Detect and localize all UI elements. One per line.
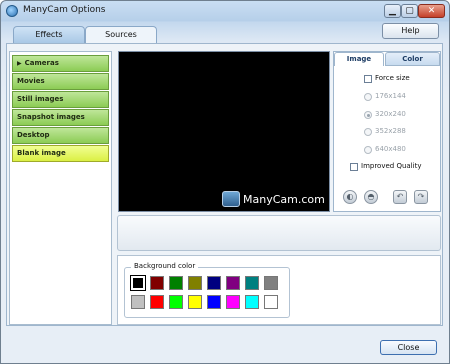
minimize-button[interactable]: ▁ [384,4,401,18]
source-item-label: Cameras [24,59,59,67]
rotate-right-icon[interactable]: ↷ [414,190,428,204]
preview-watermark: ManyCam.com [243,193,325,206]
color-swatch-cyan[interactable] [245,295,259,309]
expand-arrow-icon[interactable]: ▶ [17,56,22,71]
source-item-snapshot-images[interactable]: Snapshot images [12,109,109,126]
color-swatch-yellow[interactable] [188,295,202,309]
source-item-still-images[interactable]: Still images [12,91,109,108]
improved-quality-label: Improved Quality [361,162,422,170]
color-swatch-lime[interactable] [169,295,183,309]
source-item-blank-image[interactable]: Blank image [12,145,109,162]
source-item-label: Blank image [17,149,66,157]
size-radio-640x480[interactable] [364,146,372,154]
source-item-desktop[interactable]: Desktop [12,127,109,144]
source-list: ▶ Cameras Movies Still images Snapshot im… [9,51,112,325]
close-button[interactable]: Close [380,340,437,355]
close-window-button[interactable]: ✕ [418,4,445,18]
color-swatch-black[interactable] [130,275,146,291]
manycam-app-icon [6,5,18,17]
help-button[interactable]: Help [382,23,439,39]
color-swatch-blue[interactable] [207,295,221,309]
color-swatch-white[interactable] [264,295,278,309]
tab-color[interactable]: Color [385,52,440,66]
source-item-movies[interactable]: Movies [12,73,109,90]
flip-vertical-icon[interactable]: ◓ [364,190,378,204]
maximize-button[interactable]: ▢ [401,4,418,18]
source-item-label: Snapshot images [17,113,85,121]
tab-image[interactable]: Image [334,52,384,66]
color-swatch-purple[interactable] [226,276,240,290]
source-item-label: Movies [17,77,45,85]
source-item-cameras[interactable]: ▶ Cameras [12,55,109,72]
source-info-bar [117,215,441,251]
source-item-label: Still images [17,95,64,103]
size-label: 176x144 [375,92,406,100]
color-swatch-red[interactable] [150,295,164,309]
color-swatch-magenta[interactable] [226,295,240,309]
size-radio-320x240[interactable] [364,111,372,119]
size-radio-352x288[interactable] [364,128,372,136]
size-label: 640x480 [375,145,406,153]
color-swatch-navy[interactable] [207,276,221,290]
improved-quality-checkbox[interactable] [350,163,358,171]
source-item-label: Desktop [17,131,50,139]
tab-effects[interactable]: Effects [13,26,85,43]
tab-sources[interactable]: Sources [85,26,157,44]
force-size-label: Force size [375,74,410,82]
video-preview: ManyCam.com [118,51,330,212]
force-size-checkbox[interactable] [364,75,372,83]
color-swatch-teal[interactable] [245,276,259,290]
background-color-label: Background color [131,262,199,270]
title-bar: ManyCam Options ▁ ▢ ✕ [1,1,449,21]
rotate-left-icon[interactable]: ↶ [393,190,407,204]
size-label: 352x288 [375,127,406,135]
color-swatch-gray[interactable] [264,276,278,290]
background-color-group [124,267,290,318]
color-swatch-green[interactable] [169,276,183,290]
size-label: 320x240 [375,110,406,118]
color-swatch-maroon[interactable] [150,276,164,290]
color-swatch-silver[interactable] [131,295,145,309]
color-swatch-olive[interactable] [188,276,202,290]
window-title: ManyCam Options [23,5,106,15]
flip-horizontal-icon[interactable]: ◐ [343,190,357,204]
manycam-logo-icon [222,191,240,207]
size-radio-176x144[interactable] [364,93,372,101]
